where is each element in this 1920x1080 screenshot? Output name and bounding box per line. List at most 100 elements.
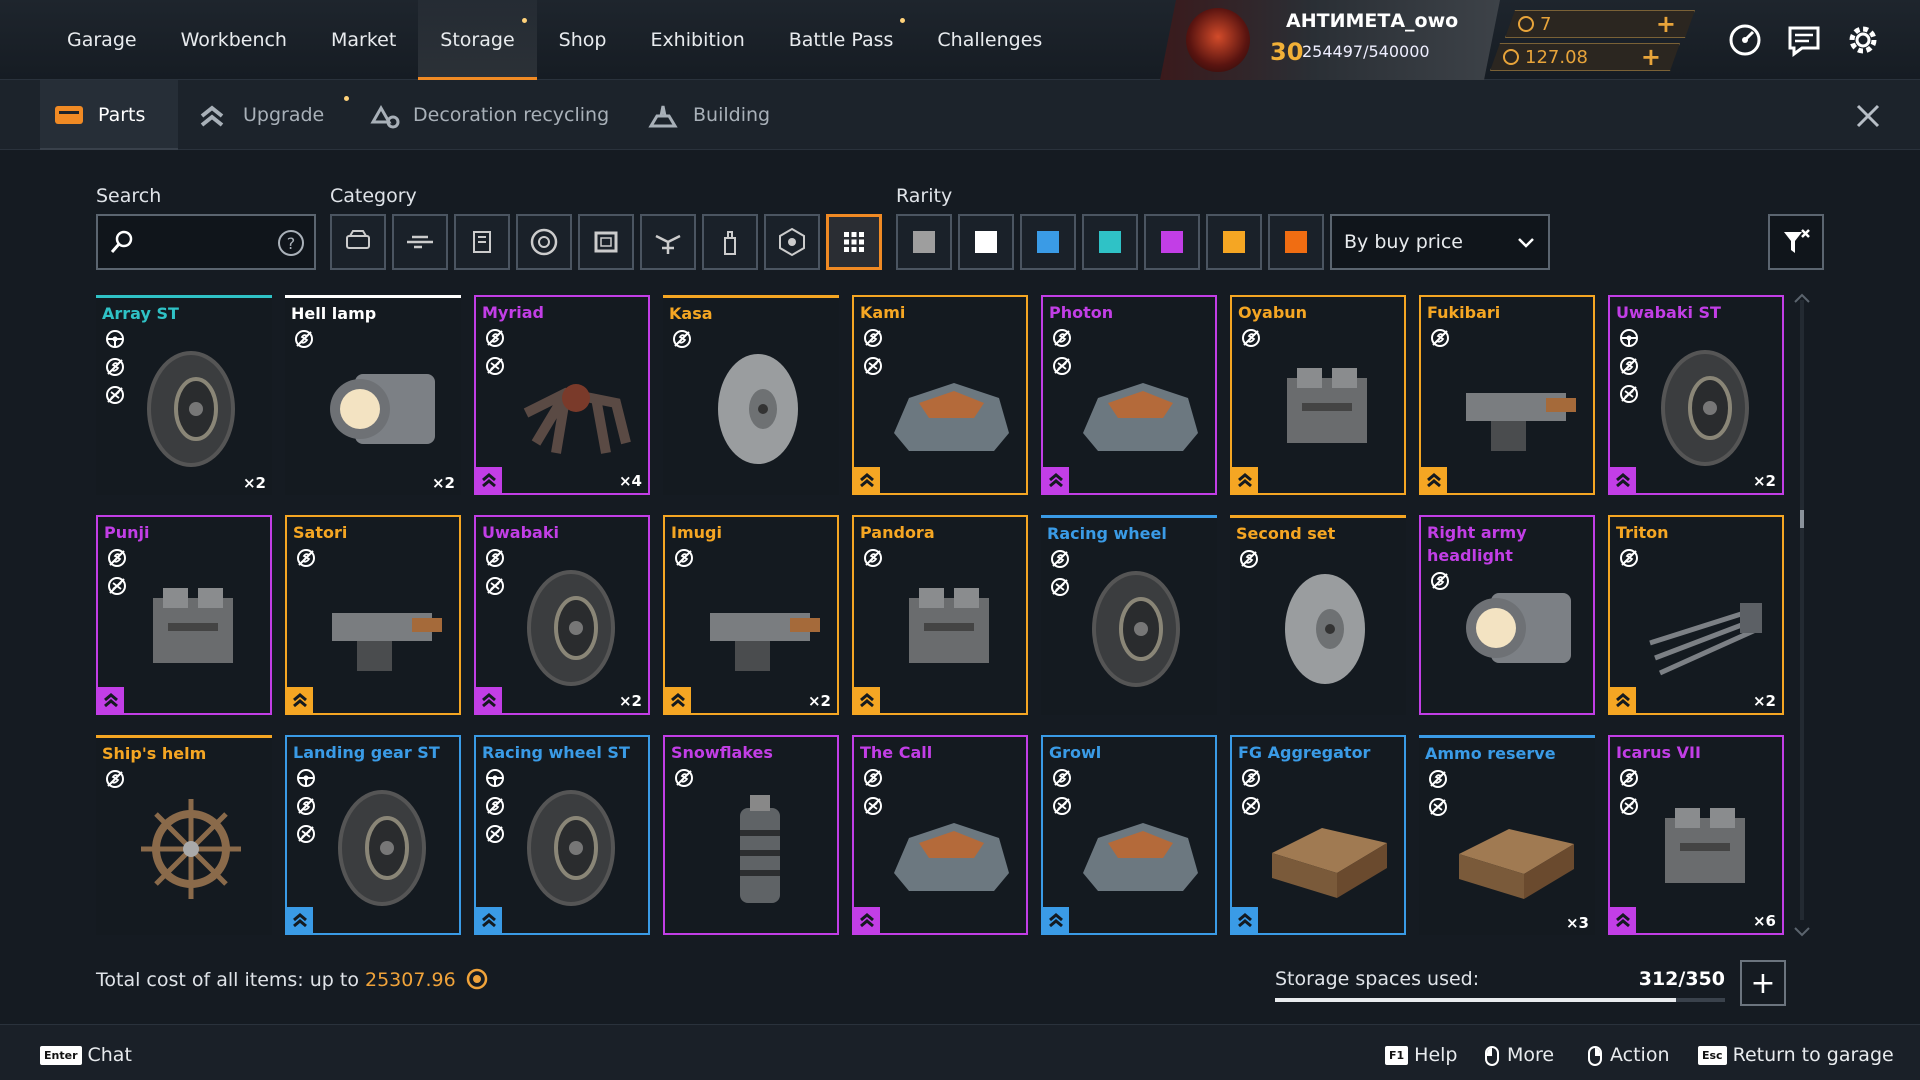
item-wheel-image	[1640, 343, 1770, 473]
cannot-dismantle-icon	[1620, 797, 1638, 815]
rarity-filter-5[interactable]	[1206, 214, 1262, 270]
item-card[interactable]: Landing gear ST	[285, 735, 461, 935]
hint-label: More	[1507, 1044, 1555, 1066]
item-card[interactable]: Snowflakes	[663, 735, 839, 935]
steering-icon	[297, 769, 315, 787]
item-card[interactable]: Uwabaki ×2	[474, 515, 650, 715]
close-icon[interactable]	[1852, 100, 1884, 132]
item-card[interactable]: Racing wheel ST	[474, 735, 650, 935]
item-card[interactable]: FG Aggregator	[1230, 735, 1406, 935]
scroll-up-icon[interactable]	[1793, 292, 1811, 304]
nav-tab-shop[interactable]: Shop	[537, 0, 629, 80]
item-quantity: ×2	[242, 474, 266, 492]
speedometer-icon[interactable]	[1725, 20, 1765, 60]
rarity-filter-6[interactable]	[1268, 214, 1324, 270]
item-card[interactable]: Uwabaki ST ×2	[1608, 295, 1784, 495]
item-card[interactable]: Second set	[1230, 515, 1406, 715]
cannot-sell-icon	[1429, 770, 1447, 788]
cannot-sell-icon	[1053, 769, 1071, 787]
item-card[interactable]: Icarus VII ×6	[1608, 735, 1784, 935]
item-card[interactable]: Ship's helm	[96, 735, 272, 935]
hint-more[interactable]: More	[1485, 1044, 1554, 1066]
nav-tab-garage[interactable]: Garage	[45, 0, 159, 80]
key-icon: Esc	[1698, 1046, 1727, 1065]
sort-dropdown[interactable]: By buy price	[1330, 214, 1550, 270]
nav-tab-storage[interactable]: Storage	[418, 0, 537, 80]
category-paint[interactable]	[702, 214, 758, 270]
nav-tab-workbench[interactable]: Workbench	[159, 0, 309, 80]
item-card[interactable]: Myriad ×4	[474, 295, 650, 495]
item-quantity: ×6	[1752, 912, 1776, 930]
category-module[interactable]	[764, 214, 820, 270]
item-card[interactable]: Kasa	[663, 295, 839, 495]
hint-action[interactable]: Action	[1588, 1044, 1670, 1066]
nav-tab-label: Shop	[558, 29, 607, 51]
rarity-filter-3[interactable]	[1082, 214, 1138, 270]
steering-icon	[1620, 329, 1638, 347]
item-card[interactable]: Pandora	[852, 515, 1028, 715]
hint-return-to-garage[interactable]: Esc Return to garage	[1698, 1044, 1894, 1066]
category-frames[interactable]	[578, 214, 634, 270]
rarity-filter-2[interactable]	[1020, 214, 1076, 270]
rarity-filter-4[interactable]	[1144, 214, 1200, 270]
item-card[interactable]: Kami	[852, 295, 1028, 495]
add-storage-button[interactable]: +	[1740, 960, 1786, 1006]
add-coins-button[interactable]: +	[1656, 10, 1676, 38]
subtab-decoration-recycling[interactable]: Decoration recycling	[355, 80, 615, 150]
player-xp: 254497/540000	[1302, 42, 1430, 61]
scroll-down-icon[interactable]	[1793, 926, 1811, 938]
category-hardware[interactable]	[454, 214, 510, 270]
item-card[interactable]: Punji	[96, 515, 272, 715]
subtab-building[interactable]: Building	[635, 80, 795, 150]
item-card[interactable]: Oyabun	[1230, 295, 1406, 495]
player-profile[interactable]: АНТИМЕТА_owo 30 254497/540000	[1160, 0, 1500, 80]
rarity-filter-1[interactable]	[958, 214, 1014, 270]
cannot-sell-icon	[486, 797, 504, 815]
help-icon[interactable]: ?	[276, 228, 306, 258]
key-icon: F1	[1385, 1046, 1409, 1065]
subtab-parts[interactable]: Parts	[40, 80, 178, 150]
reset-filter-button[interactable]	[1768, 214, 1824, 270]
mouse-left-icon	[1485, 1045, 1499, 1066]
cannot-sell-icon	[1431, 329, 1449, 347]
item-card[interactable]: Photon	[1041, 295, 1217, 495]
nav-tab-exhibition[interactable]: Exhibition	[628, 0, 766, 80]
item-card[interactable]: Array ST ×2	[96, 295, 272, 495]
item-name: Second set	[1236, 524, 1336, 543]
hint-chat[interactable]: Enter Chat	[40, 1044, 132, 1066]
item-card[interactable]: Hell lamp ×2	[285, 295, 461, 495]
item-card[interactable]: The Call	[852, 735, 1028, 935]
rarity-swatch	[1223, 231, 1245, 253]
search-input[interactable]: ?	[96, 214, 316, 270]
item-card[interactable]: Fukibari	[1419, 295, 1595, 495]
item-card[interactable]: Right army headlight	[1419, 515, 1595, 715]
cannot-sell-icon	[1242, 769, 1260, 787]
nav-tab-battle-pass[interactable]: Battle Pass	[767, 0, 916, 80]
category-all[interactable]	[826, 214, 882, 270]
settings-gear-icon[interactable]	[1843, 20, 1883, 60]
category-weapons[interactable]	[392, 214, 448, 270]
add-credits-button[interactable]: +	[1641, 43, 1661, 71]
item-card[interactable]: Imugi ×2	[663, 515, 839, 715]
item-card[interactable]: Racing wheel	[1041, 515, 1217, 715]
messages-icon[interactable]	[1784, 20, 1824, 60]
rarity-filter-0[interactable]	[896, 214, 952, 270]
subtab-upgrade[interactable]: Upgrade	[185, 80, 349, 150]
category-wheels[interactable]	[516, 214, 572, 270]
item-box-image	[1262, 783, 1392, 913]
item-card[interactable]: Ammo reserve ×3	[1419, 735, 1595, 935]
item-card[interactable]: Triton ×2	[1608, 515, 1784, 715]
scrollbar[interactable]	[1800, 300, 1804, 920]
scrollbar-thumb[interactable]	[1800, 510, 1804, 528]
item-card[interactable]: Growl	[1041, 735, 1217, 935]
hint-help[interactable]: F1 Help	[1385, 1044, 1458, 1066]
hardware-icon	[473, 231, 491, 253]
item-card[interactable]: Satori	[285, 515, 461, 715]
nav-tab-market[interactable]: Market	[309, 0, 418, 80]
nav-tab-challenges[interactable]: Challenges	[915, 0, 1064, 80]
category-decor[interactable]	[640, 214, 696, 270]
avatar[interactable]	[1186, 8, 1250, 72]
sort-value: By buy price	[1344, 231, 1463, 253]
upgrade-chevron-icon	[287, 687, 313, 713]
category-cabins[interactable]	[330, 214, 386, 270]
